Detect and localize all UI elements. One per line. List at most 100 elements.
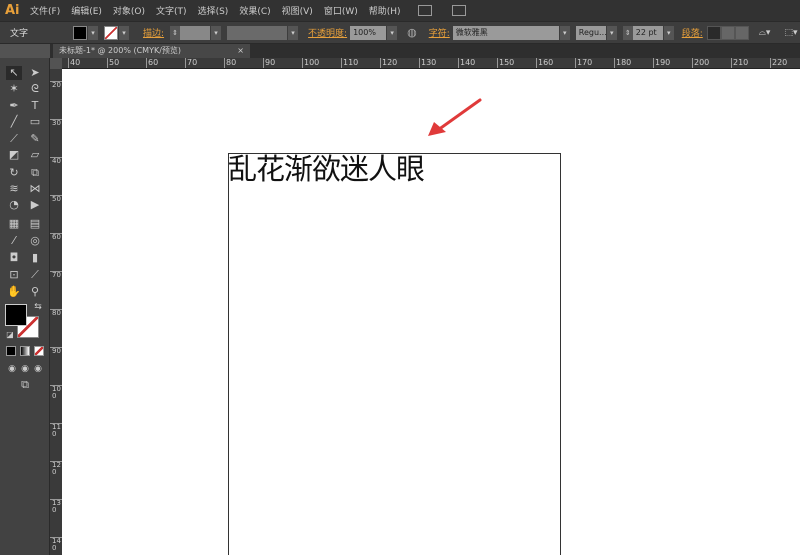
selection-tool-icon[interactable]: ↖: [6, 66, 22, 80]
blob-brush-tool-icon[interactable]: ◩: [6, 148, 22, 162]
shape-builder-tool-icon[interactable]: ◔: [6, 198, 22, 212]
lasso-tool-icon[interactable]: ᘓ: [27, 82, 43, 96]
chevron-down-icon[interactable]: ▾: [88, 26, 98, 40]
paintbrush-tool-icon[interactable]: ⟋: [6, 132, 22, 146]
line-tool-icon[interactable]: ╱: [6, 115, 22, 129]
ruler-label: 90: [50, 347, 62, 355]
vertical-ruler[interactable]: 20 30 40 50 60 70 80 90 100 110 120 130 …: [50, 69, 62, 555]
ruler-label: 150: [497, 58, 514, 69]
rotate-tool-icon[interactable]: ↻: [6, 166, 22, 180]
menu-file[interactable]: 文件(F): [30, 4, 60, 17]
arrange-documents-icon[interactable]: [452, 5, 466, 16]
control-bar: 文字 ▾ ▾ 描边: ⇕ ▾ ▾ 不透明度: 100%▾ ◍ 字符: 微软雅黑▾…: [0, 21, 800, 44]
menu-view[interactable]: 视图(V): [282, 4, 313, 17]
default-colors-icon[interactable]: ◪: [2, 328, 18, 342]
document-tab-title: 未标题-1* @ 200% (CMYK/预览): [59, 46, 181, 55]
eraser-tool-icon[interactable]: ▱: [27, 148, 43, 162]
warp-tool-icon[interactable]: ≋: [6, 182, 22, 196]
fill-swatch[interactable]: [73, 26, 87, 40]
blend-tool-icon[interactable]: ◎: [27, 234, 43, 248]
opacity-label[interactable]: 不透明度:: [308, 26, 347, 39]
menu-object[interactable]: 对象(O): [113, 4, 145, 17]
direct-selection-tool-icon[interactable]: ➤: [27, 66, 43, 80]
pencil-tool-icon[interactable]: ✎: [27, 132, 43, 146]
chevron-down-icon[interactable]: ▾: [560, 26, 570, 40]
eyedropper-tool-icon[interactable]: ⁄: [6, 234, 22, 248]
text-object[interactable]: 乱花渐欲迷人眼: [228, 153, 424, 185]
menu-effect[interactable]: 效果(C): [239, 4, 270, 17]
stroke-stepper[interactable]: ⇕: [170, 26, 180, 40]
free-transform-tool-icon[interactable]: ⋈: [27, 182, 43, 196]
artboard-tool-icon[interactable]: ⊡: [6, 268, 22, 282]
chevron-down-icon[interactable]: ▾: [288, 26, 298, 40]
magic-wand-tool-icon[interactable]: ✶: [6, 82, 22, 96]
bridge-icon[interactable]: [418, 5, 432, 16]
font-family-input[interactable]: 微软雅黑: [453, 26, 559, 40]
pen-tool-icon[interactable]: ✒: [6, 99, 22, 113]
mode-label: 文字: [10, 26, 73, 39]
perspective-grid-tool-icon[interactable]: ▶: [27, 198, 43, 212]
menu-type[interactable]: 文字(T): [156, 4, 187, 17]
symbol-sprayer-tool-icon[interactable]: ◘: [6, 251, 22, 265]
ruler-label: 130: [419, 58, 436, 69]
color-mode-button[interactable]: [6, 346, 16, 356]
hand-tool-icon[interactable]: ✋: [6, 285, 22, 299]
gradient-tool-icon[interactable]: ▤: [27, 217, 43, 231]
ruler-label: 110: [341, 58, 358, 69]
chevron-down-icon[interactable]: ▾: [607, 26, 617, 40]
menu-edit[interactable]: 编辑(E): [71, 4, 102, 17]
chevron-down-icon[interactable]: ▾: [119, 26, 129, 40]
envelope-warp-icon[interactable]: ⌓▾: [759, 28, 771, 38]
ruler-label: 130: [50, 499, 62, 514]
graph-tool-icon[interactable]: ▮: [27, 251, 43, 265]
character-label[interactable]: 字符:: [429, 26, 450, 39]
type-tool-icon[interactable]: T: [27, 99, 43, 113]
align-right-button[interactable]: [735, 26, 749, 40]
artboard[interactable]: [228, 153, 561, 555]
screen-mode-icon[interactable]: ⧉: [17, 378, 33, 392]
recolor-icon[interactable]: ◍: [407, 26, 417, 39]
align-left-button[interactable]: [707, 26, 721, 40]
menu-select[interactable]: 选择(S): [198, 4, 229, 17]
ruler-label: 60: [50, 233, 62, 241]
chevron-down-icon[interactable]: ▾: [387, 26, 397, 40]
gradient-mode-button[interactable]: [20, 346, 30, 356]
ruler-label: 140: [50, 537, 62, 552]
document-tab[interactable]: 未标题-1* @ 200% (CMYK/预览) ×: [53, 44, 250, 58]
stroke-swatch[interactable]: [104, 26, 118, 40]
stroke-profile-select[interactable]: [227, 26, 287, 40]
close-icon[interactable]: ×: [237, 44, 244, 58]
ruler-label: 80: [224, 58, 236, 69]
opacity-input[interactable]: 100%: [350, 26, 386, 40]
chevron-down-icon[interactable]: ▾: [211, 26, 221, 40]
slice-tool-icon[interactable]: ⟋: [27, 268, 43, 282]
menu-help[interactable]: 帮助(H): [369, 4, 401, 17]
horizontal-ruler[interactable]: 40 50 60 70 80 90 100 110 120 130 140 15…: [62, 58, 800, 69]
chevron-down-icon[interactable]: ▾: [664, 26, 674, 40]
paragraph-label[interactable]: 段落:: [682, 26, 703, 39]
swap-colors-icon[interactable]: ⇆: [30, 300, 46, 314]
align-center-button[interactable]: [721, 26, 735, 40]
transform-icon[interactable]: ⬚▾: [784, 28, 797, 38]
fill-color-box[interactable]: [5, 304, 27, 326]
ruler-label: 220: [770, 58, 787, 69]
draw-inside-icon[interactable]: ◉: [30, 362, 46, 376]
font-size-stepper[interactable]: ⇕: [623, 26, 633, 40]
rectangle-tool-icon[interactable]: ▭: [27, 115, 43, 129]
menu-window[interactable]: 窗口(W): [324, 4, 358, 17]
zoom-tool-icon[interactable]: ⚲: [27, 285, 43, 299]
stroke-weight-input[interactable]: [180, 26, 210, 40]
font-size-input[interactable]: 22 pt: [633, 26, 663, 40]
none-mode-button[interactable]: [34, 346, 44, 356]
menu-bar: Ai 文件(F) 编辑(E) 对象(O) 文字(T) 选择(S) 效果(C) 视…: [0, 0, 800, 21]
ruler-label: 120: [380, 58, 397, 69]
stroke-label[interactable]: 描边:: [143, 26, 164, 39]
canvas[interactable]: 乱花渐欲迷人眼: [62, 69, 800, 555]
tools-panel: ↖ ➤ ✶ ᘓ ✒ T ╱ ▭ ⟋ ✎ ◩ ▱ ↻ ⧉ ≋ ⋈ ◔ ▶ ▦ ▤ …: [0, 58, 50, 555]
scale-tool-icon[interactable]: ⧉: [27, 166, 43, 180]
font-style-select[interactable]: Regu...: [576, 26, 606, 40]
ruler-label: 30: [50, 119, 62, 127]
ruler-label: 80: [50, 309, 62, 317]
ruler-label: 40: [50, 157, 62, 165]
mesh-tool-icon[interactable]: ▦: [6, 217, 22, 231]
